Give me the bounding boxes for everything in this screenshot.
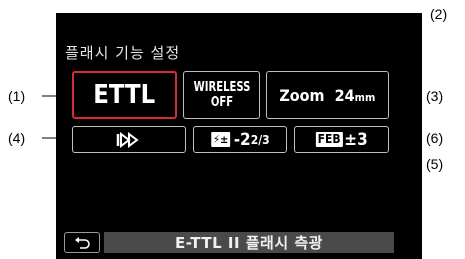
callout-lines: [42, 14, 420, 165]
callout-1: (1): [8, 88, 26, 104]
callout-6: (6): [426, 130, 444, 146]
callout-5: (5): [426, 156, 444, 172]
callout-3: (3): [426, 88, 444, 104]
callout-2: (2): [430, 6, 448, 22]
callout-4: (4): [8, 130, 26, 146]
